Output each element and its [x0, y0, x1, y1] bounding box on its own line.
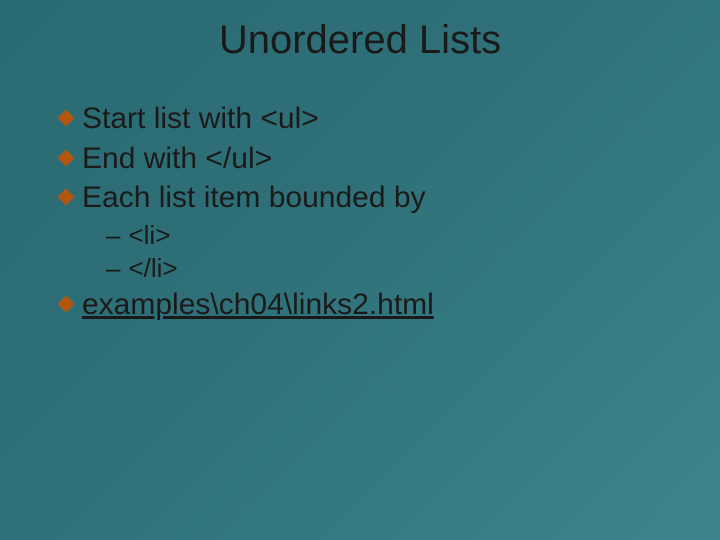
- bullet-item-link: examples\ch04\links2.html: [60, 286, 680, 324]
- example-link[interactable]: examples\ch04\links2.html: [82, 286, 434, 324]
- sub-bullet-text: </li>: [128, 252, 177, 286]
- slide-content: Start list with <ul> End with </ul> Each…: [60, 100, 680, 326]
- diamond-bullet-icon: [58, 149, 75, 166]
- diamond-bullet-icon: [58, 189, 75, 206]
- sub-bullet-text: <li>: [128, 219, 170, 253]
- bullet-item: Start list with <ul>: [60, 100, 680, 138]
- bullet-item: Each list item bounded by: [60, 179, 680, 217]
- diamond-bullet-icon: [58, 296, 75, 313]
- bullet-text: Each list item bounded by: [82, 179, 426, 217]
- bullet-text: End with </ul>: [82, 140, 272, 178]
- sub-bullet-item: – <li>: [106, 219, 680, 253]
- slide-title: Unordered Lists: [0, 18, 720, 63]
- bullet-text: Start list with <ul>: [82, 100, 319, 138]
- dash-icon: –: [106, 252, 120, 286]
- slide: Unordered Lists Start list with <ul> End…: [0, 0, 720, 540]
- dash-icon: –: [106, 219, 120, 253]
- diamond-bullet-icon: [58, 110, 75, 127]
- bullet-item: End with </ul>: [60, 140, 680, 178]
- sub-bullet-item: – </li>: [106, 252, 680, 286]
